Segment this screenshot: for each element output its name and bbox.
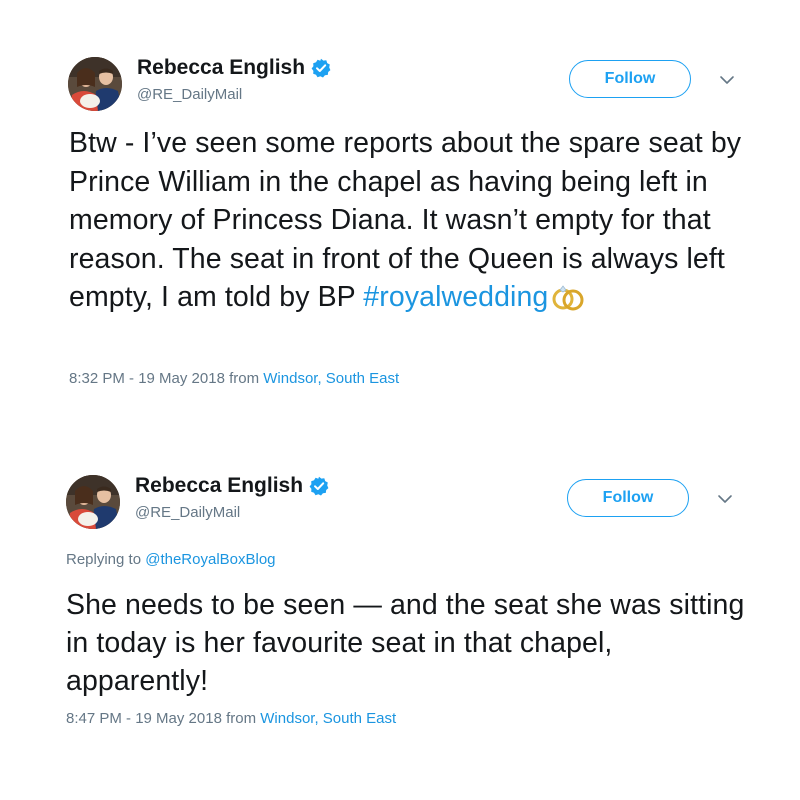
follow-button[interactable]: Follow <box>569 60 691 98</box>
chevron-down-icon[interactable] <box>717 493 733 505</box>
author-handle[interactable]: @RE_DailyMail <box>137 86 242 103</box>
author-name-line[interactable]: Rebecca English <box>135 474 329 498</box>
replying-to-label: Replying to <box>66 551 146 568</box>
follow-button[interactable]: Follow <box>567 479 689 517</box>
avatar-photo <box>68 57 122 111</box>
tweet-timestamp[interactable]: 8:47 PM - 19 May 2018 from <box>66 710 260 727</box>
avatar[interactable] <box>68 57 122 111</box>
author-handle[interactable]: @RE_DailyMail <box>135 504 240 521</box>
author-name-line[interactable]: Rebecca English <box>137 56 331 80</box>
verified-badge-icon <box>309 476 329 496</box>
tweet-card: Rebecca English @RE_DailyMail Follow Rep… <box>0 420 800 800</box>
replying-to-line: Replying to @theRoyalBoxBlog <box>66 551 276 568</box>
hashtag-link[interactable]: #royalwedding <box>363 281 548 313</box>
location-link[interactable]: Windsor, South East <box>263 370 399 387</box>
avatar[interactable] <box>66 475 120 529</box>
avatar-photo <box>66 475 120 529</box>
tweet-text: She needs to be seen — and the seat she … <box>66 589 745 697</box>
verified-badge-icon <box>311 58 331 78</box>
tweet-timestamp[interactable]: 8:32 PM - 19 May 2018 from <box>69 370 263 387</box>
tweet-meta: 8:32 PM - 19 May 2018 from Windsor, Sout… <box>69 370 399 387</box>
chevron-down-icon[interactable] <box>719 74 735 86</box>
tweet-meta: 8:47 PM - 19 May 2018 from Windsor, Sout… <box>66 710 396 727</box>
author-name[interactable]: Rebecca English <box>137 56 305 80</box>
author-name[interactable]: Rebecca English <box>135 474 303 498</box>
tweet-card: Rebecca English @RE_DailyMail Follow Btw… <box>0 0 800 400</box>
wedding-rings-icon <box>550 282 586 312</box>
location-link[interactable]: Windsor, South East <box>260 710 396 727</box>
tweet-text: Btw - I’ve seen some reports about the s… <box>69 124 769 317</box>
replying-to-handle-link[interactable]: @theRoyalBoxBlog <box>145 551 275 568</box>
